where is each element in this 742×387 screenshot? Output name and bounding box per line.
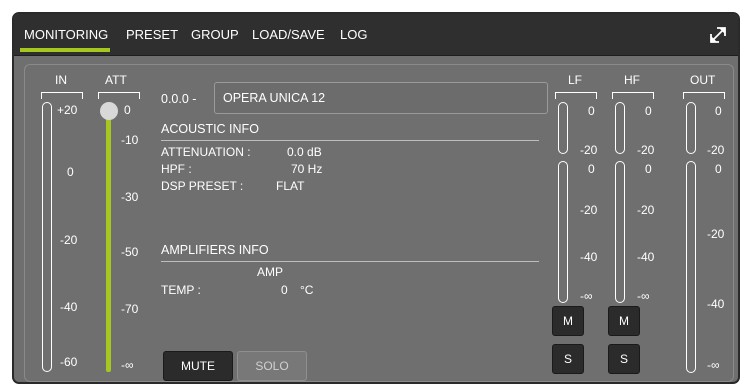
lf-mute-button[interactable]: M (552, 306, 584, 336)
tab-monitoring[interactable]: MONITORING (24, 27, 108, 42)
hf-scale-tick: 0 (645, 162, 652, 176)
hf-top-meter (615, 102, 625, 154)
lf-scale-tick: 0 (588, 104, 595, 118)
hf-scale-tick: -∞ (637, 289, 650, 303)
temp-value: 0 (281, 283, 288, 297)
out-scale-tick: 0 (715, 162, 722, 176)
temp-unit: °C (300, 283, 314, 297)
in-meter-bracket (41, 92, 83, 99)
app-window: MONITORING PRESET GROUP LOAD/SAVE LOG IN… (12, 12, 740, 384)
lf-scale-tick: -20 (580, 143, 598, 157)
out-scale-tick: -∞ (707, 358, 720, 372)
monitoring-panel: IN +20 0 -20 -40 -60 ATT 0 -10 -30 -50 -… (24, 64, 734, 382)
lf-scale-tick: -40 (580, 250, 598, 264)
mute-button[interactable]: MUTE (163, 351, 233, 381)
amplifiers-divider (161, 261, 539, 262)
acoustic-divider (161, 140, 539, 141)
amp-column-header: AMP (257, 265, 284, 279)
hpf-label: HPF : (161, 162, 192, 176)
tab-load-save[interactable]: LOAD/SAVE (252, 27, 325, 42)
lf-label: LF (568, 73, 583, 87)
hf-solo-button[interactable]: S (608, 344, 640, 374)
in-meter-label: IN (55, 73, 67, 87)
att-scale-tick: -10 (121, 133, 139, 147)
in-scale-tick: -40 (60, 300, 78, 314)
hf-label: HF (624, 73, 640, 87)
expand-icon[interactable] (708, 25, 728, 45)
att-fader-knob[interactable] (100, 102, 118, 120)
att-scale-tick: -50 (121, 245, 139, 259)
lf-bracket (555, 92, 597, 99)
att-scale-tick: 0 (124, 103, 131, 117)
tab-preset[interactable]: PRESET (126, 27, 178, 42)
att-scale-tick: -70 (121, 302, 139, 316)
attenuation-value: 0.0 dB (287, 145, 322, 159)
hf-bracket (612, 92, 654, 99)
hpf-value: 70 Hz (291, 162, 323, 176)
hf-scale-tick: 0 (645, 104, 652, 118)
tab-group[interactable]: GROUP (191, 27, 239, 42)
out-bracket (683, 92, 725, 99)
device-address: 0.0.0 - (161, 92, 197, 106)
att-fader-bracket (98, 92, 140, 99)
att-scale-tick: -∞ (121, 358, 134, 372)
in-scale-tick: 0 (67, 165, 74, 179)
lf-solo-button[interactable]: S (552, 344, 584, 374)
device-name-input[interactable] (214, 82, 548, 114)
out-scale-tick: -20 (707, 143, 725, 157)
in-scale-tick: +20 (57, 103, 78, 117)
attenuation-label: ATTENUATION : (161, 145, 251, 159)
lf-bottom-meter (558, 161, 568, 303)
lf-top-meter (558, 102, 568, 154)
hf-scale-tick: -40 (637, 250, 655, 264)
lf-scale-tick: -20 (580, 203, 598, 217)
hf-bottom-meter (615, 161, 625, 303)
out-scale-tick: -40 (707, 297, 725, 311)
solo-button[interactable]: SOLO (237, 351, 307, 381)
att-scale-tick: -30 (121, 190, 139, 204)
out-top-meter (686, 102, 696, 154)
in-scale-tick: -20 (60, 233, 78, 247)
amplifiers-info-title: AMPLIFIERS INFO (161, 243, 269, 257)
active-tab-indicator (20, 48, 110, 52)
dsp-preset-label: DSP PRESET : (161, 179, 244, 193)
lf-scale-tick: 0 (588, 162, 595, 176)
top-navbar: MONITORING PRESET GROUP LOAD/SAVE LOG (14, 14, 738, 56)
hf-scale-tick: -20 (637, 143, 655, 157)
att-fader-label: ATT (105, 73, 127, 87)
out-label: OUT (690, 73, 716, 87)
hf-scale-tick: -20 (637, 203, 655, 217)
out-scale-tick: -20 (707, 227, 725, 241)
in-level-meter (42, 102, 52, 372)
temp-label: TEMP : (161, 283, 201, 297)
in-scale-tick: -60 (60, 355, 78, 369)
dsp-preset-value: FLAT (276, 179, 305, 193)
tab-log[interactable]: LOG (340, 27, 367, 42)
out-bottom-meter (686, 161, 696, 373)
acoustic-info-title: ACOUSTIC INFO (161, 122, 259, 136)
att-fader-track[interactable] (106, 110, 111, 372)
out-scale-tick: 0 (715, 104, 722, 118)
hf-mute-button[interactable]: M (608, 306, 640, 336)
lf-scale-tick: -∞ (580, 289, 593, 303)
